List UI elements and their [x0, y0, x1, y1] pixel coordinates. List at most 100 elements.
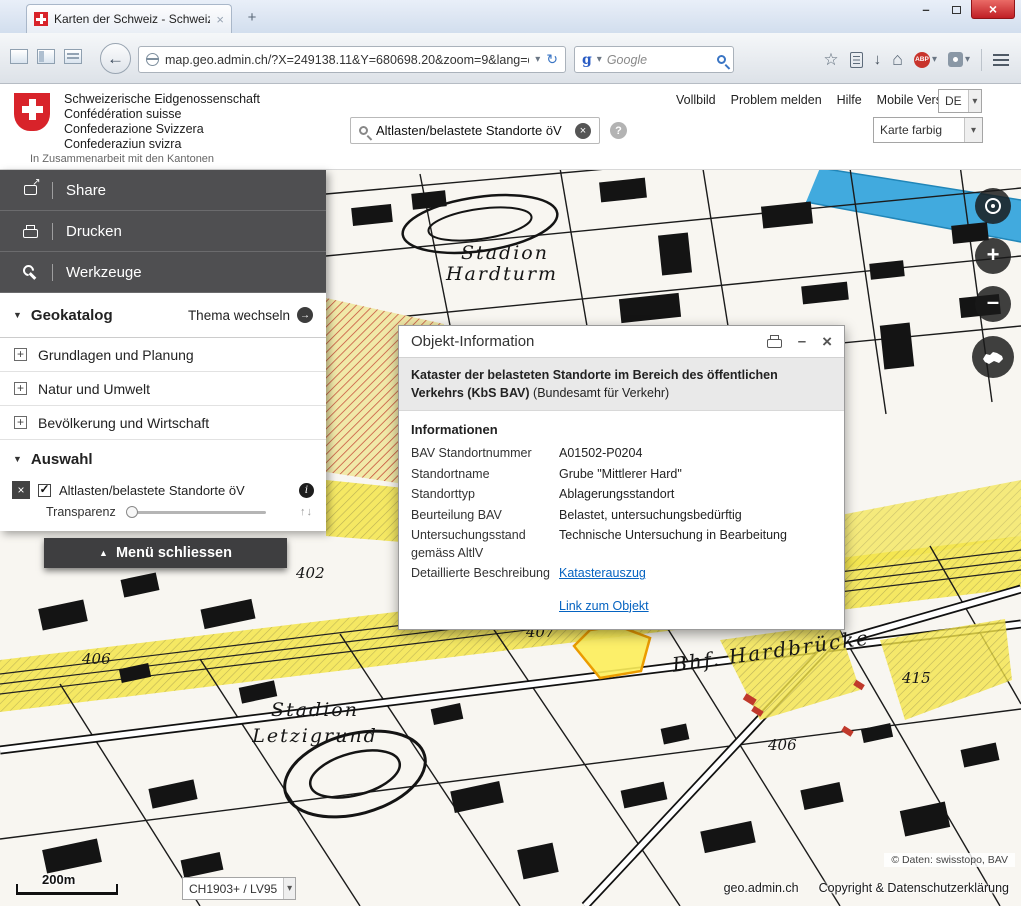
popup-subtitle-normal: (Bundesamt für Verkehr) [533, 386, 669, 400]
switzerland-silhouette-icon [981, 350, 1005, 365]
change-theme-link[interactable]: Thema wechseln [188, 308, 290, 323]
org-line-rm: Confederaziun svizra [64, 137, 260, 152]
map-search-bar[interactable] [350, 117, 600, 144]
move-down-icon[interactable] [307, 506, 313, 518]
target-icon [985, 198, 1001, 214]
print-menu-item[interactable]: Drucken [0, 211, 326, 252]
close-menu-button[interactable]: Menü schliessen [44, 538, 287, 568]
link-problem-melden[interactable]: Problem melden [731, 93, 822, 107]
zoom-to-switzerland-button[interactable] [972, 336, 1014, 378]
downloads-icon[interactable] [874, 51, 882, 68]
url-input[interactable] [165, 53, 529, 67]
info-value: Ablagerungsstandort [559, 486, 674, 504]
share-label: Share [52, 182, 106, 199]
geocatalog-header[interactable]: Geokatalog Thema wechseln [0, 293, 326, 338]
info-row: Standortname Grube "Mittlerer Hard" [411, 466, 832, 484]
help-icon[interactable] [610, 122, 627, 139]
bookmarks-menu-icon[interactable] [850, 52, 863, 68]
projection-select[interactable]: CH1903+ / LV95 [182, 877, 296, 900]
transparency-slider[interactable] [128, 511, 266, 514]
object-link[interactable]: Link zum Objekt [559, 599, 832, 613]
map-search-input[interactable] [376, 123, 567, 138]
share-menu-item[interactable]: Share [0, 170, 326, 211]
transparency-row: Transparenz [0, 501, 326, 531]
browser-tab[interactable]: Karten der Schweiz - Schweize... [26, 4, 232, 33]
site-identity-icon[interactable] [146, 53, 159, 66]
remove-layer-button[interactable] [12, 481, 30, 499]
popup-titlebar[interactable]: Objekt-Information [399, 326, 844, 357]
geolocate-button[interactable] [975, 188, 1011, 224]
expand-plus-icon[interactable] [14, 348, 27, 361]
map-label-stadion-hardturm-1: Stadion [461, 242, 549, 264]
info-row: Detaillierte Beschreibung Katasterauszug [411, 565, 832, 583]
back-button[interactable] [100, 43, 131, 74]
search-engine-dropdown-icon[interactable] [597, 54, 602, 65]
catalog-item-grundlagen[interactable]: Grundlagen und Planung [0, 338, 326, 372]
clear-search-icon[interactable] [575, 123, 591, 139]
expand-plus-icon[interactable] [14, 382, 27, 395]
bookmark-star-icon[interactable] [823, 50, 838, 70]
layer-reorder-arrows[interactable] [300, 506, 312, 518]
popup-minimize-icon[interactable] [798, 333, 806, 350]
info-label: Detaillierte Beschreibung [411, 565, 559, 583]
browser-search-box[interactable] [574, 46, 734, 73]
catalog-item-bevoelkerung[interactable]: Bevölkerung und Wirtschaft [0, 406, 326, 440]
tab-close-icon[interactable] [216, 13, 224, 26]
site-link[interactable]: geo.admin.ch [724, 881, 799, 895]
toolbar-shortcut-icon-2[interactable] [37, 49, 55, 64]
reload-icon[interactable] [546, 51, 558, 68]
map-number-406b: 406 [767, 736, 797, 754]
selection-header[interactable]: Auswahl [0, 440, 326, 478]
zoom-out-button[interactable] [975, 286, 1011, 322]
copyright-link[interactable]: Copyright & Datenschutzerklärung [819, 881, 1009, 895]
search-icon [359, 126, 368, 135]
tools-label: Werkzeuge [52, 264, 142, 281]
close-button[interactable] [971, 0, 1015, 19]
info-row: BAV Standortnummer A01502-P0204 [411, 445, 832, 463]
print-label: Drucken [52, 223, 122, 240]
info-value: Grube "Mittlerer Hard" [559, 466, 682, 484]
triangle-up-icon [99, 548, 108, 558]
addon-icon[interactable] [948, 52, 970, 67]
kataster-link[interactable]: Katasterauszug [559, 565, 646, 583]
footer-links: geo.admin.ch Copyright & Datenschutzerkl… [724, 881, 1009, 895]
toolbar-shortcut-icon-1[interactable] [10, 49, 28, 64]
info-row: Untersuchungsstand gemäss AltlV Technisc… [411, 527, 832, 562]
collapse-triangle-icon [13, 310, 22, 320]
toolbar-shortcut-icon-3[interactable] [64, 49, 82, 64]
info-value: Technische Untersuchung in Bearbeitung [559, 527, 787, 562]
site-header: Schweizerische Eidgenossenschaft Confédé… [0, 84, 1021, 170]
zoom-in-button[interactable] [975, 238, 1011, 274]
popup-close-icon[interactable] [822, 332, 832, 352]
language-select[interactable]: DE [938, 89, 982, 113]
browser-window: Karten der Schweiz - Schweize... [0, 0, 1021, 906]
maximize-button[interactable] [941, 0, 971, 19]
adblock-icon[interactable] [914, 52, 937, 68]
popup-body: Informationen BAV Standortnummer A01502-… [399, 411, 844, 629]
map-number-406: 406 [81, 650, 111, 668]
map-style-select[interactable]: Karte farbig [873, 117, 983, 143]
slider-knob[interactable] [126, 506, 138, 518]
popup-print-icon[interactable] [767, 339, 782, 348]
arrow-right-circle-icon[interactable] [297, 307, 313, 323]
chevron-down-icon [964, 118, 982, 142]
close-menu-label: Menü schliessen [116, 545, 232, 561]
layer-checkbox[interactable] [38, 484, 51, 497]
federal-org-text: Schweizerische Eidgenossenschaft Confédé… [64, 92, 260, 152]
move-up-icon[interactable] [300, 506, 306, 518]
search-go-icon[interactable] [717, 55, 726, 64]
minimize-button[interactable] [911, 0, 941, 19]
new-tab-button[interactable] [240, 9, 264, 28]
layer-info-icon[interactable] [299, 483, 314, 498]
url-bar[interactable] [138, 46, 566, 73]
url-dropdown-icon[interactable] [535, 54, 540, 65]
menu-icon[interactable] [993, 54, 1009, 66]
expand-plus-icon[interactable] [14, 416, 27, 429]
tools-menu-item[interactable]: Werkzeuge [0, 252, 326, 293]
home-icon[interactable] [892, 49, 903, 70]
link-vollbild[interactable]: Vollbild [676, 93, 716, 107]
link-hilfe[interactable]: Hilfe [837, 93, 862, 107]
catalog-item-natur[interactable]: Natur und Umwelt [0, 372, 326, 406]
browser-search-input[interactable] [607, 53, 712, 67]
google-favicon-icon[interactable] [582, 53, 592, 67]
